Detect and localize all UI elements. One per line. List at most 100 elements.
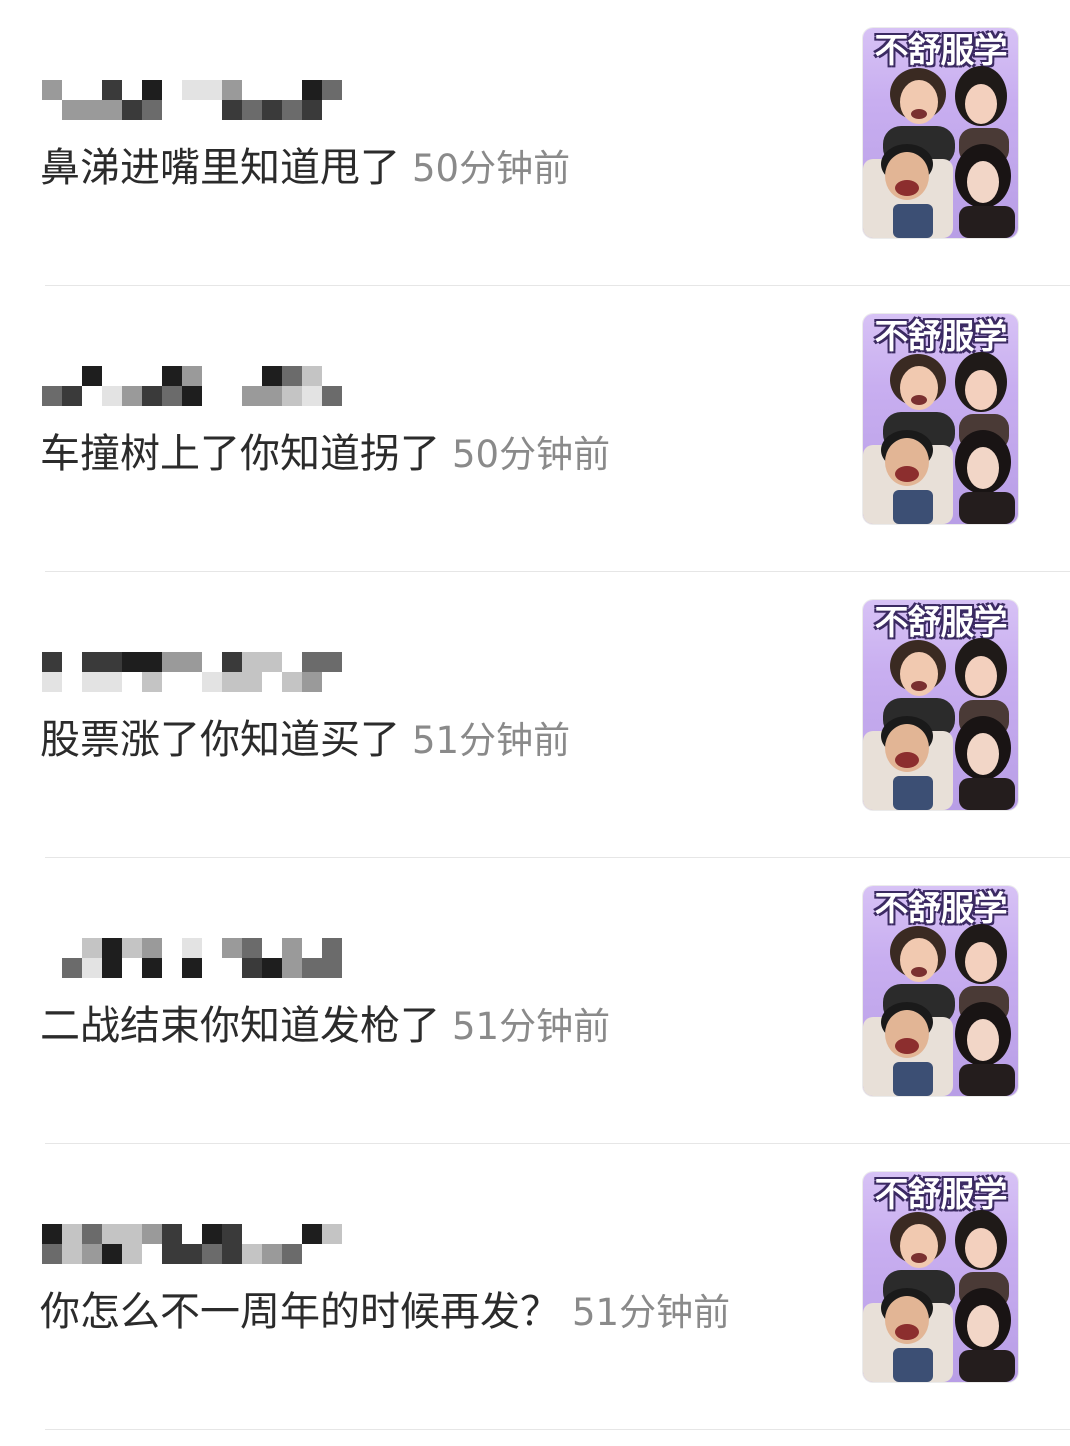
- mosaic-pixel: [182, 938, 202, 958]
- mosaic-pixel: [82, 958, 102, 978]
- mosaic-pixel: [62, 386, 82, 406]
- mosaic-pixel: [162, 652, 182, 672]
- mosaic-pixel: [62, 1224, 82, 1244]
- meme-sticker-image[interactable]: 不舒服学: [863, 600, 1018, 810]
- mosaic-pixel: [122, 386, 142, 406]
- mosaic-pixel: [82, 652, 102, 672]
- mosaic-pixel: [62, 958, 82, 978]
- mosaic-pixel: [102, 652, 122, 672]
- mosaic-pixel: [262, 386, 282, 406]
- sticker-faces-illustration: [863, 1210, 1015, 1382]
- mosaic-pixel: [122, 1244, 142, 1264]
- mosaic-pixel: [222, 1244, 242, 1264]
- mosaic-pixel: [242, 938, 262, 958]
- mosaic-pixel: [222, 938, 242, 958]
- mosaic-pixel: [242, 386, 262, 406]
- meme-sticker-image[interactable]: 不舒服学: [863, 28, 1018, 238]
- comment-time: 51分钟前: [452, 1005, 611, 1048]
- mosaic-pixel: [302, 958, 322, 978]
- sticker-faces-illustration: [863, 66, 1015, 238]
- mosaic-pixel: [142, 672, 162, 692]
- mosaic-pixel: [62, 100, 82, 120]
- mosaic-pixel: [102, 958, 122, 978]
- mosaic-pixel: [102, 1244, 122, 1264]
- mosaic-pixel: [82, 938, 102, 958]
- mosaic-pixel: [262, 1244, 282, 1264]
- mosaic-pixel: [42, 672, 62, 692]
- mosaic-pixel: [262, 366, 282, 386]
- mosaic-pixel: [202, 672, 222, 692]
- comment-text: 鼻涕进嘴里知道甩了 50分钟前: [40, 145, 571, 191]
- mosaic-pixel: [322, 652, 342, 672]
- mosaic-pixel: [182, 386, 202, 406]
- comment-time: 50分钟前: [452, 433, 611, 476]
- mosaic-pixel: [302, 80, 322, 100]
- mosaic-pixel: [282, 1244, 302, 1264]
- mosaic-pixel: [202, 1224, 222, 1244]
- mosaic-pixel: [142, 80, 162, 100]
- mosaic-pixel: [42, 80, 62, 100]
- mosaic-pixel: [122, 1224, 142, 1244]
- mosaic-pixel: [322, 80, 342, 100]
- comment-list: 鼻涕进嘴里知道甩了 50分钟前 不舒服学 车撞树上了你知道拐了 50分钟前 不舒服学…: [0, 0, 1070, 1446]
- meme-sticker-image[interactable]: 不舒服学: [863, 314, 1018, 524]
- username-mosaic[interactable]: [42, 1218, 342, 1266]
- mosaic-pixel: [82, 366, 102, 386]
- comment-text: 你怎么不一周年的时候再发？ 51分钟前: [40, 1289, 731, 1335]
- mosaic-pixel: [242, 672, 262, 692]
- username-mosaic[interactable]: [42, 74, 342, 122]
- mosaic-pixel: [222, 100, 242, 120]
- mosaic-pixel: [142, 1224, 162, 1244]
- mosaic-pixel: [242, 652, 262, 672]
- mosaic-pixel: [142, 386, 162, 406]
- mosaic-pixel: [102, 1224, 122, 1244]
- mosaic-pixel: [142, 958, 162, 978]
- mosaic-pixel: [302, 672, 322, 692]
- username-mosaic[interactable]: [42, 360, 342, 408]
- mosaic-pixel: [202, 80, 222, 100]
- sticker-faces-illustration: [863, 638, 1015, 810]
- mosaic-pixel: [102, 100, 122, 120]
- mosaic-pixel: [282, 938, 302, 958]
- mosaic-pixel: [82, 100, 102, 120]
- meme-sticker-image[interactable]: 不舒服学: [863, 886, 1018, 1096]
- username-mosaic[interactable]: [42, 646, 342, 694]
- mosaic-pixel: [322, 958, 342, 978]
- mosaic-pixel: [302, 100, 322, 120]
- mosaic-pixel: [302, 386, 322, 406]
- mosaic-pixel: [282, 366, 302, 386]
- mosaic-pixel: [322, 1224, 342, 1244]
- mosaic-pixel: [222, 1224, 242, 1244]
- comment-item[interactable]: 你怎么不一周年的时候再发？ 51分钟前 不舒服学: [0, 1144, 1070, 1430]
- comment-item[interactable]: 鼻涕进嘴里知道甩了 50分钟前 不舒服学: [0, 0, 1070, 286]
- mosaic-pixel: [102, 80, 122, 100]
- username-mosaic[interactable]: [42, 932, 342, 980]
- comment-time: 51分钟前: [572, 1291, 731, 1334]
- mosaic-pixel: [122, 100, 142, 120]
- mosaic-pixel: [222, 80, 242, 100]
- mosaic-pixel: [182, 366, 202, 386]
- mosaic-pixel: [282, 958, 302, 978]
- mosaic-pixel: [242, 100, 262, 120]
- mosaic-pixel: [82, 672, 102, 692]
- mosaic-pixel: [322, 938, 342, 958]
- mosaic-pixel: [42, 1244, 62, 1264]
- mosaic-pixel: [282, 672, 302, 692]
- mosaic-pixel: [102, 938, 122, 958]
- mosaic-pixel: [62, 1244, 82, 1264]
- comment-item[interactable]: 车撞树上了你知道拐了 50分钟前 不舒服学: [0, 286, 1070, 572]
- mosaic-pixel: [122, 938, 142, 958]
- mosaic-pixel: [242, 958, 262, 978]
- mosaic-pixel: [142, 100, 162, 120]
- mosaic-pixel: [162, 386, 182, 406]
- mosaic-pixel: [282, 386, 302, 406]
- comment-time: 51分钟前: [412, 719, 571, 762]
- comment-item[interactable]: 二战结束你知道发枪了 51分钟前 不舒服学: [0, 858, 1070, 1144]
- meme-sticker-image[interactable]: 不舒服学: [863, 1172, 1018, 1382]
- mosaic-pixel: [162, 1224, 182, 1244]
- mosaic-pixel: [122, 652, 142, 672]
- comment-item[interactable]: 股票涨了你知道买了 51分钟前 不舒服学: [0, 572, 1070, 858]
- mosaic-pixel: [182, 1244, 202, 1264]
- comment-text: 股票涨了你知道买了 51分钟前: [40, 717, 571, 763]
- mosaic-pixel: [262, 652, 282, 672]
